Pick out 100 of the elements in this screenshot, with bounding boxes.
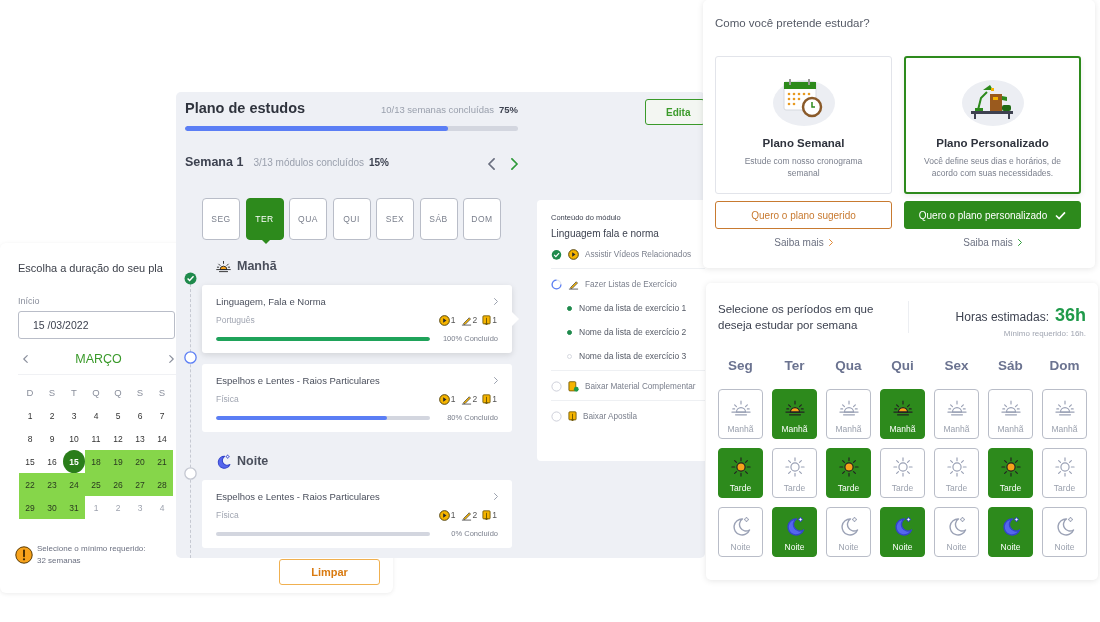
period-toggle[interactable]: Tarde <box>934 448 979 498</box>
calendar-day[interactable]: 26 <box>107 473 129 496</box>
period-toggle[interactable]: Manhã <box>880 389 925 439</box>
exercise-list-item[interactable]: Nome da lista de exercício 1 <box>579 303 687 313</box>
calendar-day[interactable]: 28 <box>151 473 173 496</box>
plan-option-card[interactable]: Plano Semanal Estude com nosso cronograma semanal <box>715 56 892 194</box>
day-tab[interactable]: SÁB <box>419 198 458 240</box>
task-label[interactable]: Baixar Material Complementar <box>585 381 696 391</box>
day-tab[interactable]: SEG <box>202 198 240 240</box>
period-toggle[interactable]: Manhã <box>1042 389 1087 439</box>
calendar-day[interactable]: 25 <box>85 473 107 496</box>
clear-button[interactable]: Limpar <box>279 559 380 585</box>
calendar-day[interactable]: 20 <box>129 450 151 473</box>
period-toggle[interactable]: Noite <box>772 507 817 557</box>
day-tab[interactable]: QUI <box>332 198 371 240</box>
calendar-day[interactable]: 2 <box>41 404 63 427</box>
period-toggle[interactable]: Manhã <box>988 389 1033 439</box>
chevron-left-icon[interactable] <box>488 158 495 170</box>
calendar-day[interactable]: 13 <box>129 427 151 450</box>
date-field[interactable]: 15 /03/2022 <box>18 311 175 339</box>
plan-button[interactable]: Quero o plano personalizado <box>904 201 1081 229</box>
calendar-day[interactable]: 8 <box>19 427 41 450</box>
calendar-day[interactable]: 4 <box>151 496 173 519</box>
calendar-day[interactable]: 1 <box>19 404 41 427</box>
calendar-day[interactable]: 24 <box>63 473 85 496</box>
period-toggle[interactable]: Manhã <box>826 389 871 439</box>
saiba-mais-link[interactable]: Saiba mais <box>963 237 1022 248</box>
calendar-day[interactable]: 27 <box>129 473 151 496</box>
calendar-day[interactable]: 19 <box>107 450 129 473</box>
calendar-day[interactable]: 23 <box>41 473 63 496</box>
calendar-day[interactable]: 7 <box>151 404 173 427</box>
exercise-list-item[interactable]: Nome da lista de exercício 2 <box>579 327 687 337</box>
calendar-day[interactable]: 5 <box>107 404 129 427</box>
calendar-day[interactable]: 16 <box>41 450 63 473</box>
calendar-day[interactable]: 18 <box>85 450 107 473</box>
period-toggle[interactable]: Tarde <box>826 448 871 498</box>
weekday-label: T <box>70 386 78 400</box>
plan-button[interactable]: Quero o plano sugerido <box>715 201 892 229</box>
day-tab[interactable]: DOM <box>463 198 501 240</box>
task-label[interactable]: Fazer Listas de Exercício <box>585 279 677 289</box>
period-toggle[interactable]: Manhã <box>772 389 817 439</box>
calendar-day[interactable]: 4 <box>85 404 107 427</box>
calendar-day[interactable]: 11 <box>85 427 107 450</box>
edit-button[interactable]: Edita <box>645 99 705 125</box>
calendar-day[interactable]: 10 <box>63 427 85 450</box>
period-toggle[interactable]: Noite <box>826 507 871 557</box>
period-toggle[interactable]: Noite <box>1042 507 1087 557</box>
calendar-day[interactable]: 2 <box>107 496 129 519</box>
calendar-day[interactable]: 9 <box>41 427 63 450</box>
chevron-right-icon[interactable] <box>169 354 174 363</box>
chevron-right-icon <box>1017 239 1022 246</box>
pencil-writing-icon <box>568 278 579 290</box>
calendar-day[interactable]: 30 <box>41 496 63 519</box>
period-toggle[interactable]: Noite <box>880 507 925 557</box>
calendar-day[interactable]: 22 <box>19 473 41 496</box>
sunrise-icon <box>730 398 751 418</box>
day-tab[interactable]: QUA <box>289 198 327 240</box>
plan-title: Plano de estudos <box>185 100 306 116</box>
chevron-left-icon[interactable] <box>23 354 28 363</box>
period-toggle[interactable]: Tarde <box>880 448 925 498</box>
period-toggle[interactable]: Tarde <box>988 448 1033 498</box>
period-toggle[interactable]: Tarde <box>718 448 763 498</box>
calendar-day[interactable]: 1 <box>85 496 107 519</box>
sun-icon <box>784 457 805 477</box>
calendar-day[interactable]: 6 <box>129 404 151 427</box>
sun-icon <box>892 457 913 477</box>
chevron-right-icon <box>828 239 833 246</box>
calendar-day[interactable]: 31 <box>63 496 85 519</box>
moon-icon <box>216 453 231 469</box>
exercise-list-item[interactable]: Nome da lista de exercício 3 <box>579 351 687 361</box>
weekday-label: Qua <box>834 358 863 375</box>
sunrise-icon <box>838 398 859 418</box>
weekday-label: Seg <box>727 358 754 375</box>
document-icon <box>482 314 492 326</box>
count-text: 1 <box>450 394 456 404</box>
instruction-text: Selecione os períodos em que deseja estudar por semana <box>718 301 909 333</box>
period-toggle[interactable]: Manhã <box>718 389 763 439</box>
task-label[interactable]: Assistir Vídeos Relacionados <box>585 249 692 259</box>
calendar-day[interactable]: 15 <box>19 450 41 473</box>
chevron-right-icon[interactable] <box>511 158 518 170</box>
calendar-day[interactable]: 3 <box>129 496 151 519</box>
day-tab[interactable]: SEX <box>376 198 414 240</box>
option-description: Você define seus dias e horários, de acordo com suas necessidades. <box>922 155 1062 179</box>
pencil-writing-icon <box>460 509 472 521</box>
calendar-day[interactable]: 3 <box>63 404 85 427</box>
calendar-day[interactable]: 15 <box>63 450 85 473</box>
period-toggle[interactable]: Noite <box>718 507 763 557</box>
calendar-day[interactable]: 12 <box>107 427 129 450</box>
period-toggle[interactable]: Tarde <box>772 448 817 498</box>
calendar-day[interactable]: 21 <box>151 450 173 473</box>
task-label[interactable]: Baixar Apostila <box>583 411 638 421</box>
period-toggle[interactable]: Tarde <box>1042 448 1087 498</box>
period-toggle[interactable]: Noite <box>988 507 1033 557</box>
period-toggle[interactable]: Manhã <box>934 389 979 439</box>
saiba-mais-link[interactable]: Saiba mais <box>774 237 833 248</box>
calendar-day[interactable]: 29 <box>19 496 41 519</box>
weekday-label: Qui <box>890 358 915 375</box>
period-toggle[interactable]: Noite <box>934 507 979 557</box>
plan-option-card[interactable]: Plano Personalizado Você define seus dias e horários, de acordo com suas necessidades. <box>904 56 1081 194</box>
calendar-day[interactable]: 14 <box>151 427 173 450</box>
